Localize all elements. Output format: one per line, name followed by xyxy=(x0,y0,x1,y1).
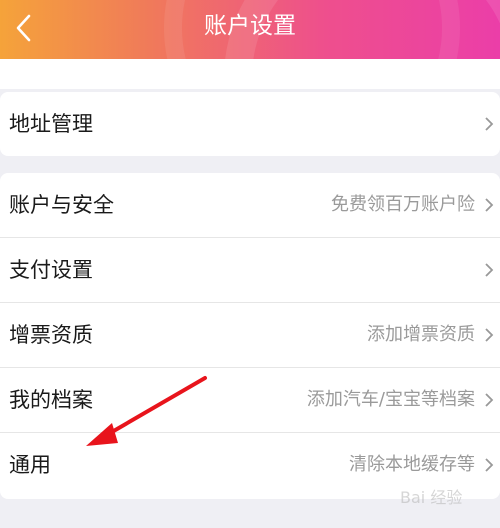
chevron-right-icon xyxy=(485,458,494,472)
row-label: 支付设置 xyxy=(9,258,93,282)
row-label: 通用 xyxy=(9,453,51,477)
row-value: 添加增票资质 xyxy=(367,324,475,345)
my-profile-row[interactable]: 我的档案 添加汽车/宝宝等档案 xyxy=(0,368,500,433)
settings-group: 账户与安全 免费领百万账户险 支付设置 增票资质 添加增票资质 我的档案 添加汽… xyxy=(0,173,500,499)
payment-settings-row[interactable]: 支付设置 xyxy=(0,238,500,303)
top-bar: 账户设置 xyxy=(0,0,500,59)
address-management-row[interactable]: 地址管理 xyxy=(0,92,500,156)
row-label: 增票资质 xyxy=(9,323,93,347)
back-button[interactable] xyxy=(6,6,50,50)
chevron-right-icon xyxy=(485,117,494,131)
chevron-right-icon xyxy=(485,393,494,407)
chevron-right-icon xyxy=(485,263,494,277)
row-label: 账户与安全 xyxy=(9,193,114,217)
watermark: Bai 经验 xyxy=(400,488,463,507)
account-security-row[interactable]: 账户与安全 免费领百万账户险 xyxy=(0,173,500,238)
chevron-right-icon xyxy=(485,328,494,342)
row-label: 我的档案 xyxy=(9,388,93,412)
vat-invoice-row[interactable]: 增票资质 添加增票资质 xyxy=(0,303,500,368)
address-group: 地址管理 xyxy=(0,92,500,156)
row-label: 地址管理 xyxy=(9,112,93,136)
row-value: 添加汽车/宝宝等档案 xyxy=(306,389,475,410)
row-value: 免费领百万账户险 xyxy=(331,194,475,215)
chevron-right-icon xyxy=(485,198,494,212)
chevron-left-icon xyxy=(16,14,31,42)
page-title: 账户设置 xyxy=(204,13,296,39)
blank-section xyxy=(0,59,500,89)
